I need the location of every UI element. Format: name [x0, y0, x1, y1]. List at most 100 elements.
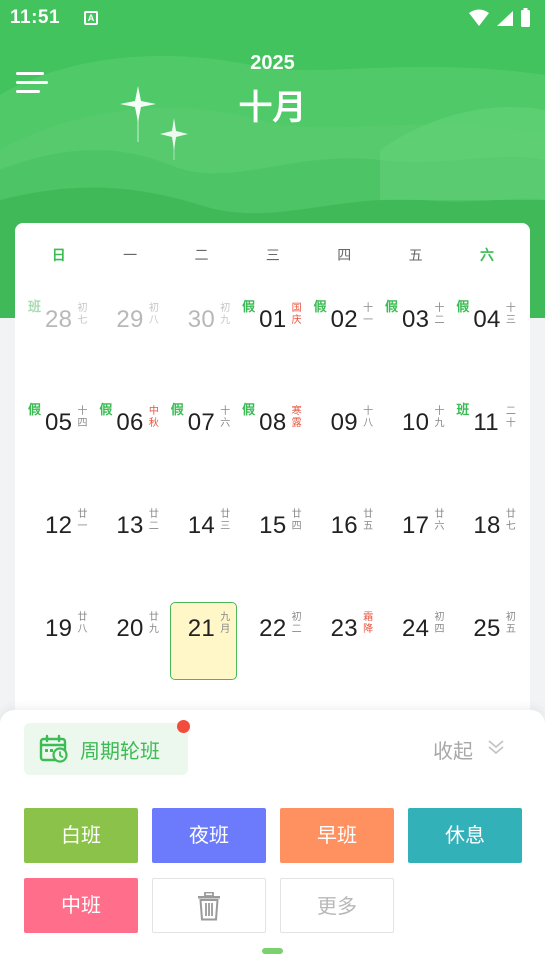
day-number: 22	[259, 615, 287, 642]
shift-panel: 周期轮班 收起 白班 夜班 早班 休息 中班 更多	[0, 710, 545, 970]
weekday-thu: 四	[337, 248, 352, 264]
day-cell[interactable]: 12 廿一	[23, 493, 94, 596]
day-tag: 假	[242, 403, 256, 418]
trash-icon	[198, 891, 220, 921]
calendar-week-row: 12 廿一 13 廿二 14 廿三 15 廿四 16 廿五 17 廿六 18 廿七	[23, 493, 523, 596]
calendar-week-row: 假 05 十四假 06 中秋假 07 十六假 08 寒露 09 十八 10 十九班 11 二十	[23, 390, 523, 493]
day-cell[interactable]: 班 28 初七	[23, 287, 94, 390]
day-cell[interactable]: 假 03 十二	[380, 287, 451, 390]
cycle-shift-label: 周期轮班	[80, 739, 160, 763]
day-cell[interactable]: 假 04 十三	[451, 287, 522, 390]
day-number: 03	[401, 306, 430, 333]
lunar-date: 初七	[77, 303, 88, 326]
day-cell[interactable]: 24 初四	[380, 596, 451, 699]
lunar-date: 初五	[505, 612, 516, 635]
weekday-sun: 日	[51, 248, 66, 264]
lunar-date: 十二	[434, 303, 445, 326]
day-number: 24	[401, 615, 430, 642]
day-cell[interactable]: 假 07 十六	[166, 390, 237, 493]
month-title[interactable]: 十月	[0, 80, 545, 129]
day-cell[interactable]: 假 01 国庆	[237, 287, 308, 390]
lunar-date: 廿五	[363, 509, 374, 532]
day-cell[interactable]: 29 初八	[94, 287, 165, 390]
calendar-week-row: 19 廿八 20 廿九 21 九月 22 初二 23 霜降 24 初四 25 初五	[23, 596, 523, 699]
day-cell[interactable]: 30 初九	[166, 287, 237, 390]
shift-rest-button[interactable]: 休息	[408, 808, 522, 863]
lunar-date: 初八	[148, 303, 159, 326]
day-number: 16	[330, 512, 358, 539]
year-label: 2025	[250, 52, 295, 74]
shift-night-button[interactable]: 夜班	[152, 808, 266, 863]
day-number: 15	[259, 512, 287, 539]
day-number: 09	[330, 409, 358, 436]
lunar-date: 廿九	[148, 612, 159, 635]
day-cell-today[interactable]: 21 九月	[166, 596, 237, 699]
shift-middle-button[interactable]: 中班	[24, 878, 138, 933]
collapse-button[interactable]: 收起	[433, 735, 504, 764]
double-chevron-down-icon	[488, 740, 504, 755]
day-number: 01	[259, 306, 287, 333]
day-number: 11	[473, 409, 499, 436]
day-cell[interactable]: 假 02 十一	[309, 287, 380, 390]
day-number: 14	[187, 512, 216, 539]
day-cell[interactable]: 17 廿六	[380, 493, 451, 596]
day-cell[interactable]: 班 11 二十	[451, 390, 522, 493]
day-cell[interactable]: 13 廿二	[94, 493, 165, 596]
wifi-icon	[469, 9, 489, 26]
day-cell[interactable]: 25 初五	[451, 596, 522, 699]
day-cell[interactable]: 假 08 寒露	[237, 390, 308, 493]
collapse-label: 收起	[433, 739, 473, 763]
lunar-date: 十九	[434, 406, 445, 429]
weekday-fri: 五	[408, 248, 423, 264]
lunar-date: 霜降	[363, 612, 374, 635]
day-cell[interactable]: 10 十九	[380, 390, 451, 493]
cycle-shift-button[interactable]: 周期轮班	[24, 720, 190, 775]
day-number: 12	[45, 512, 73, 539]
calendar-grid: 班 28 初七 29 初八 30 初九假 01 国庆假 02 十一假 03 十二假 04 十三假 05 十四假 0…	[23, 287, 523, 699]
day-number: 21	[187, 615, 216, 642]
day-tag: 假	[456, 300, 470, 315]
day-number: 19	[45, 615, 73, 642]
day-tag: 假	[28, 403, 42, 418]
day-number: 18	[473, 512, 501, 539]
day-cell[interactable]: 假 06 中秋	[94, 390, 165, 493]
day-number: 07	[187, 409, 216, 436]
weekday-wed: 三	[265, 248, 280, 264]
lunar-date: 寒露	[291, 406, 302, 429]
day-cell[interactable]: 18 廿七	[451, 493, 522, 596]
day-number: 05	[45, 409, 73, 436]
day-cell[interactable]: 09 十八	[309, 390, 380, 493]
day-number: 25	[473, 615, 501, 642]
lunar-date: 廿三	[220, 509, 231, 532]
day-number: 30	[187, 306, 216, 333]
day-number: 10	[401, 409, 430, 436]
signal-icon	[497, 11, 513, 26]
day-tag: 假	[242, 300, 256, 315]
day-cell[interactable]: 19 廿八	[23, 596, 94, 699]
day-cell[interactable]: 20 廿九	[94, 596, 165, 699]
lunar-date: 二十	[505, 406, 516, 429]
day-cell[interactable]: 15 廿四	[237, 493, 308, 596]
day-cell[interactable]: 16 廿五	[309, 493, 380, 596]
lunar-date: 初四	[434, 612, 445, 635]
lunar-date: 十四	[77, 406, 88, 429]
shift-early-button[interactable]: 早班	[280, 808, 394, 863]
shift-day-button[interactable]: 白班	[24, 808, 138, 863]
day-number: 02	[330, 306, 358, 333]
day-cell[interactable]: 22 初二	[237, 596, 308, 699]
day-number: 17	[401, 512, 430, 539]
lunar-date: 国庆	[291, 303, 302, 326]
battery-icon	[521, 10, 530, 27]
day-cell[interactable]: 23 霜降	[309, 596, 380, 699]
sheet-handle[interactable]	[262, 948, 283, 954]
calendar-cycle-icon	[39, 734, 68, 763]
notification-dot	[177, 720, 190, 733]
lunar-date: 十八	[363, 406, 374, 429]
day-cell[interactable]: 14 廿三	[166, 493, 237, 596]
delete-shift-button[interactable]	[152, 878, 266, 933]
lunar-date: 廿二	[148, 509, 159, 532]
lunar-date: 中秋	[148, 406, 159, 429]
weekday-tue: 二	[194, 248, 209, 264]
more-shifts-button[interactable]: 更多	[280, 878, 394, 933]
day-cell[interactable]: 假 05 十四	[23, 390, 94, 493]
